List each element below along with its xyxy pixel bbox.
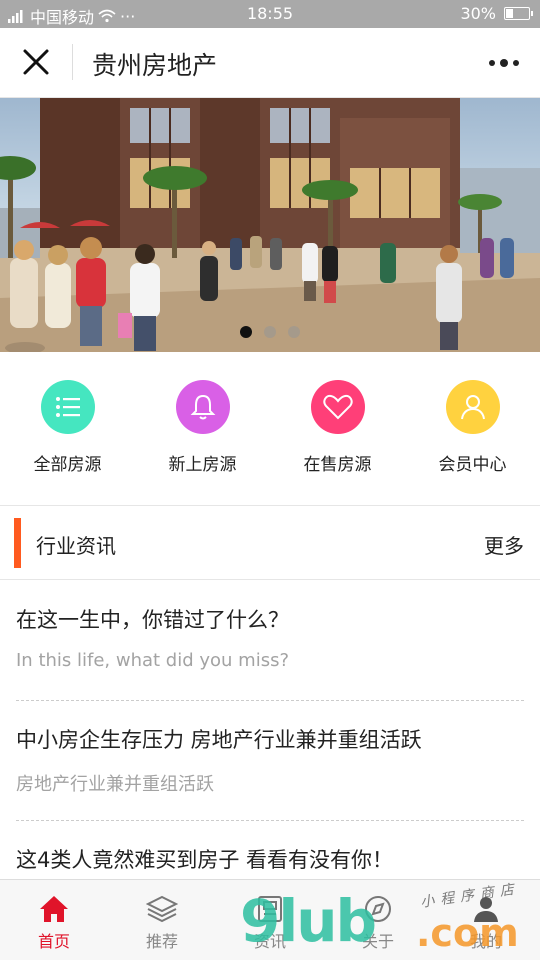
home-icon <box>40 896 68 922</box>
carousel-indicator <box>0 326 540 338</box>
quick-nav-icon-circle <box>445 380 500 434</box>
status-bar: 中国移动 ··· 18:55 30% <box>0 0 540 28</box>
battery-icon <box>504 7 533 20</box>
quick-nav-icon-circle <box>310 380 365 434</box>
quick-nav-all-listings[interactable]: 全部房源 <box>0 352 135 505</box>
close-button[interactable] <box>16 46 56 80</box>
quick-nav-icon-circle <box>175 380 230 434</box>
status-time: 18:55 <box>246 4 294 23</box>
quick-nav-member-center[interactable]: 会员中心 <box>405 352 540 505</box>
quick-nav: 全部房源 新上房源 在售房源 会员中心 <box>0 352 540 506</box>
tab-label: 关于 <box>361 932 394 951</box>
tab-label: 我的 <box>469 932 502 951</box>
news-subtitle: In this life, what did you miss? <box>16 650 290 671</box>
more-icon-dot <box>513 60 519 66</box>
layers-icon <box>146 895 178 923</box>
carousel-dot[interactable] <box>288 326 300 338</box>
status-right: 30% <box>460 4 533 23</box>
heart-icon <box>322 394 353 420</box>
app-header: 贵州房地产 <box>0 28 540 98</box>
news-section-header: 行业资讯 更多 <box>0 506 540 580</box>
carousel-dot[interactable] <box>264 326 276 338</box>
tab-news[interactable]: 资讯 <box>216 880 324 960</box>
bottom-tab-bar: 首页 推荐 资讯 关于 我的 <box>0 879 540 960</box>
more-button[interactable] <box>484 50 524 76</box>
quick-nav-label: 在售房源 <box>303 455 372 475</box>
quick-nav-label: 会员中心 <box>438 455 507 475</box>
news-icon <box>258 896 282 922</box>
bell-icon <box>190 394 215 420</box>
quick-nav-new-listings[interactable]: 新上房源 <box>135 352 270 505</box>
carousel-dot[interactable] <box>240 326 252 338</box>
quick-nav-label: 新上房源 <box>168 455 237 475</box>
tab-label: 资讯 <box>253 932 286 951</box>
tab-label: 首页 <box>37 932 70 951</box>
section-accent-bar <box>14 518 21 568</box>
person-icon <box>474 897 498 922</box>
tab-about[interactable]: 关于 <box>324 880 432 960</box>
tab-home[interactable]: 首页 <box>0 880 108 960</box>
battery-fill <box>506 9 514 18</box>
news-item[interactable]: 在这一生中，你错过了什么？ In this life, what did you… <box>0 580 540 700</box>
banner-image <box>0 98 540 352</box>
battery-percent: 30% <box>460 4 496 23</box>
quick-nav-on-sale[interactable]: 在售房源 <box>270 352 405 505</box>
list-icon <box>55 397 80 417</box>
quick-nav-label: 全部房源 <box>33 455 102 475</box>
header-divider <box>72 44 73 80</box>
banner-carousel[interactable] <box>0 98 540 352</box>
more-icon-dot <box>500 59 508 67</box>
tab-label: 推荐 <box>145 932 178 951</box>
user-icon <box>460 395 485 420</box>
page-title: 贵州房地产 <box>92 51 218 80</box>
close-icon <box>23 49 49 75</box>
news-item[interactable]: 中小房企生存压力 房地产行业兼并重组活跃 房地产行业兼并重组活跃 <box>0 700 540 820</box>
more-link[interactable]: 更多 <box>484 530 524 559</box>
news-title: 中小房企生存压力 房地产行业兼并重组活跃 <box>16 728 422 752</box>
tab-recommend[interactable]: 推荐 <box>108 880 216 960</box>
section-title: 行业资讯 <box>36 534 116 558</box>
news-title: 这4类人竟然难买到房子 看看有没有你！ <box>16 848 394 872</box>
compass-icon <box>365 896 391 922</box>
quick-nav-icon-circle <box>40 380 95 434</box>
more-icon <box>489 60 495 66</box>
tab-mine[interactable]: 我的 <box>432 880 540 960</box>
news-subtitle: 房地产行业兼并重组活跃 <box>16 774 214 795</box>
news-title: 在这一生中，你错过了什么？ <box>16 608 289 632</box>
